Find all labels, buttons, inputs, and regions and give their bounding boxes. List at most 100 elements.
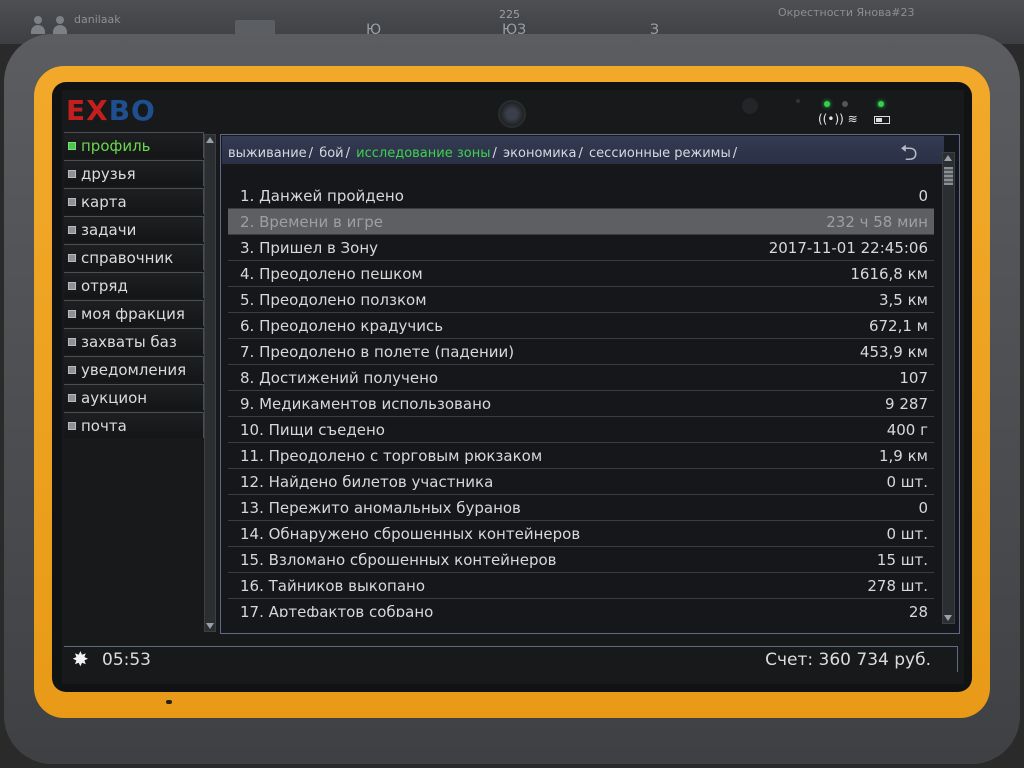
sidebar-item-profile[interactable]: профиль (64, 132, 204, 158)
sidebar-item-label: моя фракция (81, 304, 185, 323)
game-time: 05:53 (102, 650, 151, 670)
list-item: 11. Преодолено с торговым рюкзаком 1,9 к… (228, 443, 934, 469)
tablet-indicator (166, 700, 172, 704)
stat-value: 232 ч 58 мин (826, 212, 928, 231)
square-bullet-icon (68, 281, 76, 290)
stat-label: 8. Достижений получено (240, 368, 439, 387)
sidebar-item-label: профиль (81, 136, 151, 155)
stat-label: 10. Пищи съедено (240, 420, 385, 439)
sun-icon: ✸ (72, 647, 89, 671)
square-bullet-icon (68, 141, 76, 150)
stat-value: 400 г (886, 420, 928, 439)
led-indicator (824, 101, 830, 107)
back-arrow-icon[interactable]: ⮌ (900, 136, 918, 174)
tab-session-modes[interactable]: сессионные режимы (589, 146, 731, 161)
compass-degree: 225 (499, 8, 520, 21)
list-item: 17. Артефактов собрано 28 (228, 599, 934, 618)
tab-economy[interactable]: экономика (503, 146, 576, 161)
stat-label: 15. Взломано сброшенных контейнеров (240, 550, 557, 569)
list-item: 8. Достижений получено 107 (228, 365, 934, 391)
sidebar-item-friends[interactable]: друзья (64, 160, 204, 186)
stat-label: 14. Обнаружено сброшенных контейнеров (240, 524, 581, 543)
led-indicator (842, 101, 848, 107)
sidebar-item-base-captures[interactable]: захваты баз (64, 328, 204, 354)
sidebar-scrollbar[interactable] (204, 134, 216, 632)
square-bullet-icon (68, 365, 76, 374)
scroll-up-icon[interactable] (944, 155, 952, 161)
stat-value: 107 (899, 368, 928, 387)
stats-scrollbar[interactable] (942, 152, 955, 624)
stat-label: 2. Времени в игре (240, 212, 383, 231)
stat-label: 11. Преодолено с торговым рюкзаком (240, 446, 543, 465)
sidebar-item-label: почта (81, 416, 127, 435)
square-bullet-icon (68, 253, 76, 262)
breadcrumb: выживание / бой / исследование зоны / эконо… (222, 136, 944, 164)
square-bullet-icon (68, 421, 76, 430)
square-bullet-icon (68, 309, 76, 318)
signal-icon: ((•)) ≋ (818, 112, 858, 126)
list-item: 6. Преодолено крадучись 672,1 м (228, 313, 934, 339)
square-bullet-icon (68, 393, 76, 402)
tab-zone-exploration[interactable]: исследование зоны (356, 146, 490, 161)
sidebar-item-squad[interactable]: отряд (64, 272, 204, 298)
sidebar-item-reference[interactable]: справочник (64, 244, 204, 270)
tab-combat[interactable]: бой (319, 146, 343, 161)
list-item: 4. Преодолено пешком 1616,8 км (228, 261, 934, 287)
stat-label: 1. Данжей пройдено (240, 186, 404, 205)
sidebar-item-label: отряд (81, 276, 128, 295)
sidebar-item-label: задачи (81, 220, 137, 239)
stat-value: 672,1 м (868, 316, 928, 335)
sidebar-item-auction[interactable]: аукцион (64, 384, 204, 410)
stat-label: 5. Преодолено ползком (240, 290, 427, 309)
scroll-up-icon[interactable] (206, 137, 214, 143)
stat-label: 12. Найдено билетов участника (240, 472, 494, 491)
status-bar: ✸ 05:53 Счет: 360 734 руб. (64, 646, 958, 672)
stat-value: 2017-11-01 22:45:06 (768, 238, 928, 257)
list-item: 1. Данжей пройдено 0 (228, 183, 934, 209)
stat-label: 3. Пришел в Зону (240, 238, 379, 257)
stat-label: 4. Преодолено пешком (240, 264, 423, 283)
sensor-dot (796, 99, 800, 103)
account-balance: Счет: 360 734 руб. (765, 650, 931, 670)
led-indicator (878, 101, 884, 107)
player-name: danilaak (74, 12, 121, 26)
battery-icon (874, 116, 890, 124)
sidebar-item-tasks[interactable]: задачи (64, 216, 204, 242)
list-item: 5. Преодолено ползком 3,5 км (228, 287, 934, 313)
list-item: 7. Преодолено в полете (падении) 453,9 к… (228, 339, 934, 365)
stat-label: 16. Тайников выкопано (240, 576, 426, 595)
sidebar-item-mail[interactable]: почта (64, 412, 204, 438)
sidebar-item-faction[interactable]: моя фракция (64, 300, 204, 326)
sidebar-item-notifications[interactable]: уведомления (64, 356, 204, 382)
stat-label: 7. Преодолено в полете (падении) (240, 342, 515, 361)
list-item: 10. Пищи съедено 400 г (228, 417, 934, 443)
square-bullet-icon (68, 225, 76, 234)
person-icon (30, 16, 46, 34)
sidebar-item-map[interactable]: карта (64, 188, 204, 214)
stat-value: 0 (918, 186, 928, 205)
exbo-logo: EXBO (66, 94, 156, 127)
stat-label: 13. Пережито аномальных буранов (240, 498, 521, 517)
list-item: 16. Тайников выкопано 278 шт. (228, 573, 934, 599)
sidebar-item-label: друзья (81, 164, 136, 183)
list-item: 14. Обнаружено сброшенных контейнеров 0 … (228, 521, 934, 547)
scroll-thumb[interactable] (944, 167, 953, 185)
scroll-down-icon[interactable] (206, 623, 214, 629)
stat-value: 15 шт. (876, 550, 928, 569)
list-item: 13. Пережито аномальных буранов 0 (228, 495, 934, 521)
sensor (742, 98, 758, 114)
square-bullet-icon (68, 169, 76, 178)
stat-value: 3,5 км (879, 290, 928, 309)
stat-value: 28 (908, 602, 928, 618)
sidebar-menu: профиль друзья карта задачи справочник о… (64, 132, 204, 440)
stat-value: 1,9 км (879, 446, 928, 465)
tab-survival[interactable]: выживание (228, 146, 307, 161)
square-bullet-icon (68, 337, 76, 346)
scroll-down-icon[interactable] (944, 615, 952, 621)
list-item: 9. Медикаментов использовано 9 287 (228, 391, 934, 417)
sidebar-item-label: аукцион (81, 388, 148, 407)
stat-label: 17. Артефактов собрано (240, 602, 434, 618)
stat-label: 6. Преодолено крадучись (240, 316, 444, 335)
sidebar-item-label: захваты баз (81, 332, 177, 351)
list-item: 2. Времени в игре 232 ч 58 мин (228, 209, 934, 235)
